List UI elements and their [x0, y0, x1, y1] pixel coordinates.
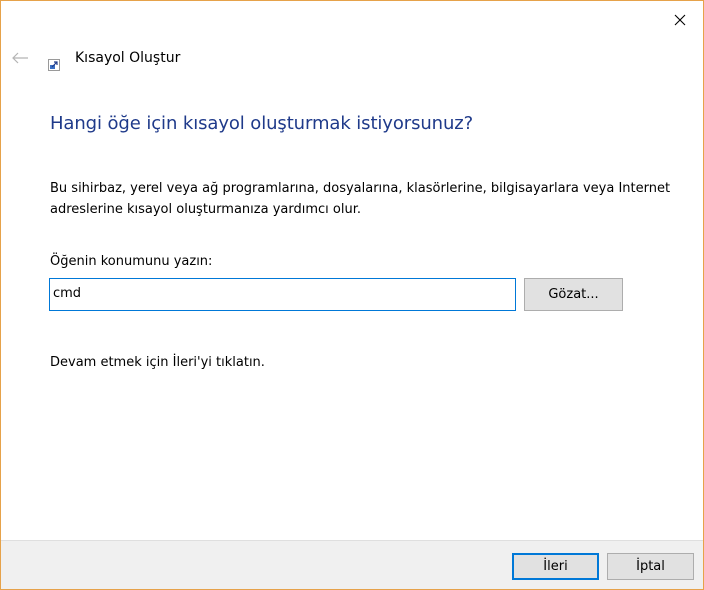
close-icon — [674, 14, 686, 26]
cancel-button[interactable]: İptal — [607, 553, 694, 580]
browse-button[interactable]: Gözat... — [524, 278, 623, 311]
footer-bar: İleri İptal — [1, 540, 703, 589]
page-heading: Hangi öğe için kısayol oluşturmak istiyo… — [50, 113, 474, 134]
back-button[interactable] — [7, 45, 33, 71]
close-button[interactable] — [657, 1, 703, 39]
location-label: Öğenin konumunu yazın: — [50, 254, 213, 269]
wizard-description: Bu sihirbaz, yerel veya ağ programlarına… — [50, 181, 671, 217]
location-input[interactable] — [49, 278, 516, 311]
arrow-left-icon — [12, 52, 28, 64]
continue-hint: Devam etmek için İleri'yi tıklatın. — [50, 355, 265, 370]
create-shortcut-window: Kısayol Oluştur Hangi öğe için kısayol o… — [0, 0, 704, 590]
shortcut-icon — [48, 56, 60, 71]
next-button[interactable]: İleri — [512, 553, 599, 580]
window-title: Kısayol Oluştur — [75, 50, 181, 66]
